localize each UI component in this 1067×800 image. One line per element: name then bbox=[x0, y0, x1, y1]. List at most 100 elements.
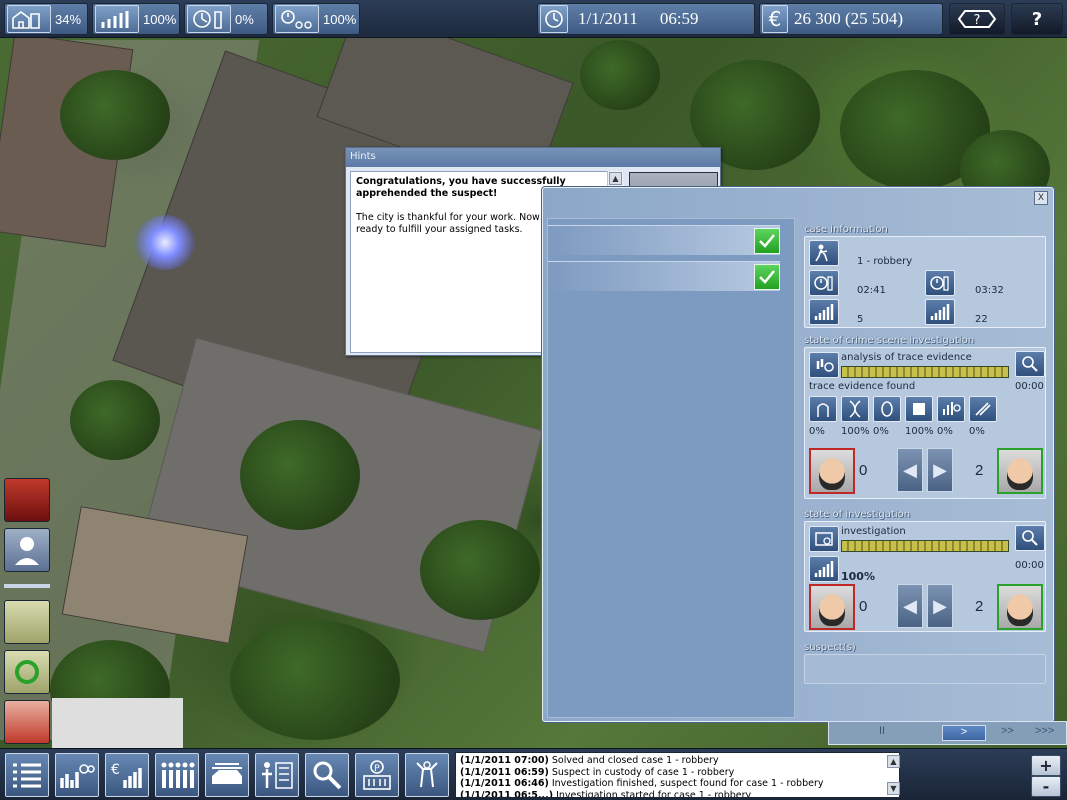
value-a: 5 bbox=[857, 314, 864, 325]
safety-icon bbox=[275, 5, 319, 33]
statistics-button[interactable] bbox=[55, 753, 99, 797]
log-message: Solved and closed case 1 - robbery bbox=[548, 755, 719, 766]
vehicles-icon bbox=[212, 763, 242, 784]
euro-icon: € bbox=[762, 5, 788, 33]
count-right: 2 bbox=[975, 462, 984, 479]
scroll-up-icon[interactable]: ▲ bbox=[609, 172, 622, 185]
police-station-button[interactable] bbox=[4, 600, 50, 644]
search-time-icon[interactable] bbox=[1015, 525, 1045, 551]
budget-button[interactable]: € bbox=[105, 753, 149, 797]
analysis-progress bbox=[841, 366, 1009, 378]
arrow-right-icon[interactable]: ▶ bbox=[927, 584, 953, 628]
evidence-value: 100% bbox=[841, 426, 870, 437]
game-time: 06:59 bbox=[659, 9, 699, 28]
analysis-time: 00:00 bbox=[1015, 381, 1044, 392]
stat-city[interactable]: 34% bbox=[4, 3, 88, 35]
crime-scene-heading: state of crime scene investigation bbox=[804, 335, 975, 346]
menu-list-button[interactable] bbox=[5, 753, 49, 797]
money-display: € 26 300 (25 504) bbox=[759, 3, 943, 35]
bars-icon bbox=[809, 299, 839, 325]
zoom-out-button[interactable]: - bbox=[1031, 776, 1061, 797]
log-timestamp: (1/1/2011 06:5...) bbox=[460, 789, 554, 798]
help-button[interactable]: ? bbox=[1011, 3, 1063, 35]
bars-icon bbox=[925, 299, 955, 325]
log-entry: (1/1/2011 06:5...) Investigation started… bbox=[460, 789, 895, 798]
close-icon[interactable]: X bbox=[1034, 191, 1048, 205]
stats-icon bbox=[60, 764, 95, 788]
arrow-left-icon[interactable]: ◀ bbox=[897, 448, 923, 492]
buildings-button[interactable]: P bbox=[355, 753, 399, 797]
crime-scene-box: analysis of trace evidence 00:00 trace e… bbox=[804, 347, 1046, 499]
case-name: 1 - robbery bbox=[857, 256, 913, 267]
crime-scene-button[interactable] bbox=[405, 753, 449, 797]
footprint-icon bbox=[873, 396, 901, 422]
log-entry: (1/1/2011 07:00) Solved and closed case … bbox=[460, 755, 895, 767]
case-panel: X case information 1 - robbery 02:41 03:… bbox=[542, 187, 1054, 722]
log-scroll-up-icon[interactable]: ▲ bbox=[887, 755, 900, 768]
top-bar: 34% 100% 0% 100% 1/1/2011 06:59 € 26 300… bbox=[0, 0, 1067, 38]
zoom-in-button[interactable]: + bbox=[1031, 755, 1061, 776]
checkmark-icon bbox=[754, 228, 780, 254]
advisor-button[interactable]: ? bbox=[949, 3, 1005, 35]
hints-title: Hints bbox=[346, 148, 720, 167]
investigation-progress bbox=[841, 540, 1009, 552]
log-message: Investigation finished, suspect found fo… bbox=[548, 778, 824, 789]
pause-button[interactable]: II bbox=[879, 725, 885, 737]
investigation-percent: 100% bbox=[841, 570, 875, 583]
timer-icon bbox=[809, 270, 839, 296]
play-button[interactable]: > bbox=[942, 725, 986, 741]
response-time-icon bbox=[187, 5, 231, 33]
suspect-portrait-unknown[interactable] bbox=[809, 448, 855, 494]
equipment-button[interactable] bbox=[255, 753, 299, 797]
speed-control: II > >> >>> bbox=[828, 721, 1067, 745]
emergency-map-button[interactable] bbox=[4, 478, 50, 522]
police-unit-marker[interactable] bbox=[135, 215, 195, 270]
log-entry: (1/1/2011 06:59) Suspect in custody of c… bbox=[460, 767, 895, 779]
investigation-label: investigation bbox=[841, 526, 906, 537]
game-date: 1/1/2011 bbox=[578, 9, 638, 28]
log-scroll-down-icon[interactable]: ▼ bbox=[887, 782, 900, 795]
stat-population[interactable]: 100% bbox=[92, 3, 180, 35]
arrow-left-icon[interactable]: ◀ bbox=[897, 584, 923, 628]
arrow-right-icon[interactable]: ▶ bbox=[927, 448, 953, 492]
timer-icon bbox=[925, 270, 955, 296]
count-left: 0 bbox=[859, 598, 868, 615]
case-information-heading: case information bbox=[804, 224, 888, 235]
vehicles-button[interactable] bbox=[205, 753, 249, 797]
unit-view-button[interactable] bbox=[4, 528, 50, 572]
building-icon: P bbox=[363, 760, 391, 790]
trace-analysis-icon bbox=[809, 352, 839, 378]
clock-icon bbox=[540, 5, 568, 33]
suspect-portrait-unknown[interactable] bbox=[809, 584, 855, 630]
list-item[interactable] bbox=[548, 225, 780, 255]
stat-safety[interactable]: 100% bbox=[272, 3, 360, 35]
dna-icon bbox=[841, 396, 869, 422]
stat-response-time[interactable]: 0% bbox=[184, 3, 268, 35]
suspect-portrait-known[interactable] bbox=[997, 584, 1043, 630]
suspects-box bbox=[804, 654, 1046, 684]
recycle-button[interactable] bbox=[4, 650, 50, 694]
search-time-icon[interactable] bbox=[1015, 351, 1045, 377]
minimap-placeholder bbox=[52, 698, 183, 748]
population-icon bbox=[95, 5, 139, 33]
investigation-icon bbox=[809, 526, 839, 552]
equipment-icon bbox=[262, 762, 293, 789]
search-icon bbox=[313, 761, 342, 790]
suspect-portrait-known[interactable] bbox=[997, 448, 1043, 494]
fast-button[interactable]: >> bbox=[1001, 725, 1014, 737]
faster-button[interactable]: >>> bbox=[1035, 725, 1054, 737]
weapon-icon bbox=[905, 396, 933, 422]
crime-map-button[interactable] bbox=[4, 700, 50, 744]
list-item[interactable] bbox=[548, 261, 780, 291]
analysis-label: analysis of trace evidence bbox=[841, 352, 972, 363]
investigation-heading: state of investigation bbox=[804, 509, 911, 520]
search-button[interactable] bbox=[305, 753, 349, 797]
log-timestamp: (1/1/2011 06:59) bbox=[460, 766, 549, 778]
suspects-heading: suspect(s) bbox=[804, 642, 856, 653]
city-icon bbox=[7, 5, 51, 33]
found-label: trace evidence found bbox=[809, 381, 916, 392]
evidence-value: 100% bbox=[905, 426, 934, 437]
personnel-button[interactable] bbox=[155, 753, 199, 797]
advisor-icon: ? bbox=[957, 10, 997, 28]
body-outline-icon bbox=[416, 761, 438, 788]
